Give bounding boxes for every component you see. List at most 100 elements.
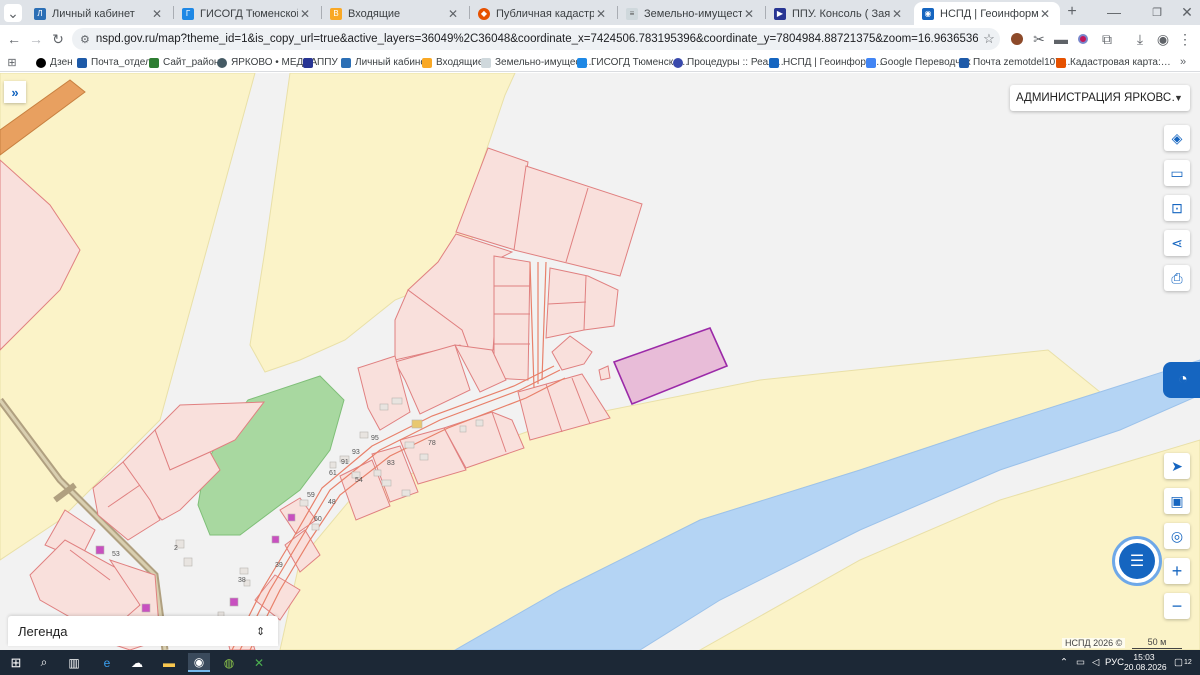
bookmark-district-site[interactable]: Сайт_района [149, 55, 225, 70]
extension-profile-icon[interactable] [1008, 30, 1026, 48]
extension-record-icon[interactable] [1074, 30, 1092, 48]
chat-button[interactable]: ☰ [1112, 536, 1162, 586]
search-icon[interactable]: ⌕ [33, 653, 55, 672]
tab-nspd[interactable]: ◉ НСПД | Геоинформационный… ✕ [914, 2, 1060, 25]
tab-search-icon[interactable]: ⌄ [4, 4, 22, 22]
close-icon[interactable]: ✕ [890, 7, 904, 21]
basemap-button[interactable]: ▣ [1164, 488, 1190, 514]
back-icon[interactable]: ← [5, 30, 23, 48]
select-area-button[interactable]: ⊡ [1164, 195, 1190, 221]
file-explorer-icon[interactable]: ▬ [158, 653, 180, 672]
language-indicator[interactable]: РУС [1105, 650, 1124, 675]
nspd-icon [769, 57, 779, 68]
windows-taskbar: ⊞ ⌕ ▥ e ☁ ▬ ◉ ◍ ✕ ⌃ ▭ ◁ РУС 15:03 20.08.… [0, 650, 1200, 675]
bookmark-google-translate[interactable]: Google Переводчик [866, 55, 970, 70]
copyright-text: НСПД 2026 © [1062, 638, 1126, 648]
notification-center-icon[interactable]: ▢ 12 [1174, 650, 1192, 675]
start-windows-icon[interactable]: ⊞ [5, 653, 27, 672]
address-bar[interactable]: ⚙ nspd.gov.ru/map?theme_id=1&is_copy_url… [72, 28, 1000, 50]
tab-land-property[interactable]: ≡ Земельно-имущественный к… ✕ [618, 2, 764, 25]
edge-icon[interactable]: e [96, 653, 118, 672]
extension-tools-icon[interactable]: ✂ [1030, 30, 1048, 48]
legend-panel[interactable]: Легенда ⇕ [8, 616, 278, 646]
media-icon [217, 57, 227, 68]
map-icon [577, 57, 587, 68]
print-icon: ⎙ [1171, 269, 1183, 286]
restore-icon[interactable]: ❐ [1148, 3, 1166, 21]
browser-menu-icon[interactable]: ⋮ [1176, 30, 1194, 48]
chrome-icon[interactable]: ◉ [188, 653, 210, 672]
zoom-in-button[interactable]: + [1164, 558, 1190, 584]
print-button[interactable]: ⎙ [1164, 265, 1190, 291]
locate-button[interactable]: ➤ [1164, 453, 1190, 479]
tab-personal-cabinet[interactable]: Л Личный кабинет ✕ [26, 2, 172, 25]
share-button[interactable]: ⋖ [1164, 230, 1190, 256]
minimize-icon[interactable]: — [1105, 3, 1123, 21]
house-number-label: 78 [428, 440, 436, 447]
ruler-icon: ▭ [1170, 164, 1184, 181]
close-icon[interactable]: ✕ [298, 7, 312, 21]
map-graphics[interactable] [0, 73, 1200, 650]
extension-bar-icon[interactable]: ▬ [1052, 30, 1070, 48]
map-canvas[interactable]: 95 93 78 91 83 54 61 59 60 39 38 53 2 48… [0, 73, 1200, 650]
clock-date: 20.08.2026 [1124, 662, 1167, 672]
site-settings-icon[interactable]: ⚙ [80, 33, 90, 46]
new-tab-icon[interactable]: + [1063, 3, 1081, 21]
bookmark-ppu[interactable]: ППУ [303, 55, 338, 70]
geolocation-button[interactable]: ◎ [1164, 523, 1190, 549]
mail-icon [422, 57, 432, 68]
app-icon[interactable]: ◍ [218, 653, 240, 672]
organization-select-value: АДМИНИСТРАЦИЯ ЯРКОВС… [1016, 92, 1174, 104]
nspd-icon: ◉ [922, 7, 934, 20]
house-number-label: 54 [355, 477, 363, 484]
bookmark-cadastre-map[interactable]: Кадастровая карта:… [1056, 55, 1171, 70]
task-view-icon[interactable]: ▥ [63, 653, 85, 672]
bookmark-gisogd[interactable]: ГИСОГД Тюменско… [577, 55, 689, 70]
house-number-label: 83 [387, 460, 395, 467]
tab-ppu-console[interactable]: ▶ ППУ. Консоль ( Заявления с Е… ✕ [766, 2, 912, 25]
close-icon[interactable]: ✕ [742, 7, 756, 21]
network-icon[interactable]: ▭ [1076, 650, 1085, 675]
plus-icon: + [1171, 560, 1183, 581]
show-hidden-icons[interactable]: ⌃ [1060, 650, 1068, 675]
measure-button[interactable]: ▭ [1164, 160, 1190, 186]
zoom-out-button[interactable]: − [1164, 593, 1190, 619]
side-panel-tab[interactable]: ◔ [1163, 362, 1200, 398]
house-number-label: 60 [314, 516, 322, 523]
bookmark-mail-department[interactable]: Почта_отдела [77, 55, 156, 70]
vk-icon [341, 57, 351, 68]
volume-icon[interactable]: ◁ [1092, 650, 1099, 675]
tab-title: ППУ. Консоль ( Заявления с Е… [792, 7, 890, 20]
tab-public-cadastre-map[interactable]: ◆ Публичная кадастровая карта ✕ [470, 2, 616, 25]
layers-button[interactable]: ◈ [1164, 125, 1190, 151]
browser-toolbar: ← → ↻ ⚙ nspd.gov.ru/map?theme_id=1&is_co… [0, 25, 1200, 53]
expand-panel-button[interactable]: » [4, 81, 26, 103]
excel-icon[interactable]: ✕ [248, 653, 270, 672]
close-icon[interactable]: ✕ [446, 7, 460, 21]
bookmark-procedures[interactable]: Процедуры :: Реал… [673, 55, 784, 70]
bookmark-dzen[interactable]: Дзен [36, 55, 73, 70]
download-icon[interactable]: ⤓ [1131, 30, 1149, 48]
mail-icon [77, 57, 87, 68]
tab-inbox[interactable]: В Входящие ✕ [322, 2, 468, 25]
expand-collapse-icon[interactable]: ⇕ [256, 625, 278, 638]
more-bookmarks-icon[interactable]: » [1174, 53, 1192, 71]
bookmark-inbox[interactable]: Входящие [422, 55, 483, 70]
system-clock[interactable]: 15:03 20.08.2026 [1124, 652, 1167, 672]
apps-grid-icon[interactable]: ⊞ [3, 53, 21, 71]
forward-icon[interactable]: → [27, 30, 45, 48]
reload-icon[interactable]: ↻ [49, 30, 67, 48]
close-icon[interactable]: ✕ [594, 7, 608, 21]
close-window-icon[interactable]: ✕ [1178, 3, 1196, 21]
bookmark-mail-zemotdel[interactable]: Почта zemotdel107… [959, 55, 1071, 70]
close-icon[interactable]: ✕ [150, 7, 164, 21]
bookmark-star-icon[interactable]: ☆ [978, 31, 1000, 47]
profile-avatar-icon[interactable]: ◉ [1154, 30, 1172, 48]
close-icon[interactable]: ✕ [1038, 7, 1052, 21]
tab-gisogd[interactable]: Г ГИСОГД Тюменской области ✕ [174, 2, 320, 25]
doc-icon [481, 57, 491, 68]
bookmark-personal-cabinet[interactable]: Личный кабинет [341, 55, 430, 70]
extensions-puzzle-icon[interactable]: ⧉ [1098, 30, 1116, 48]
browser-extension-app-icon[interactable]: ☁ [126, 653, 148, 672]
organization-select[interactable]: АДМИНИСТРАЦИЯ ЯРКОВС… ▼ [1010, 85, 1190, 111]
